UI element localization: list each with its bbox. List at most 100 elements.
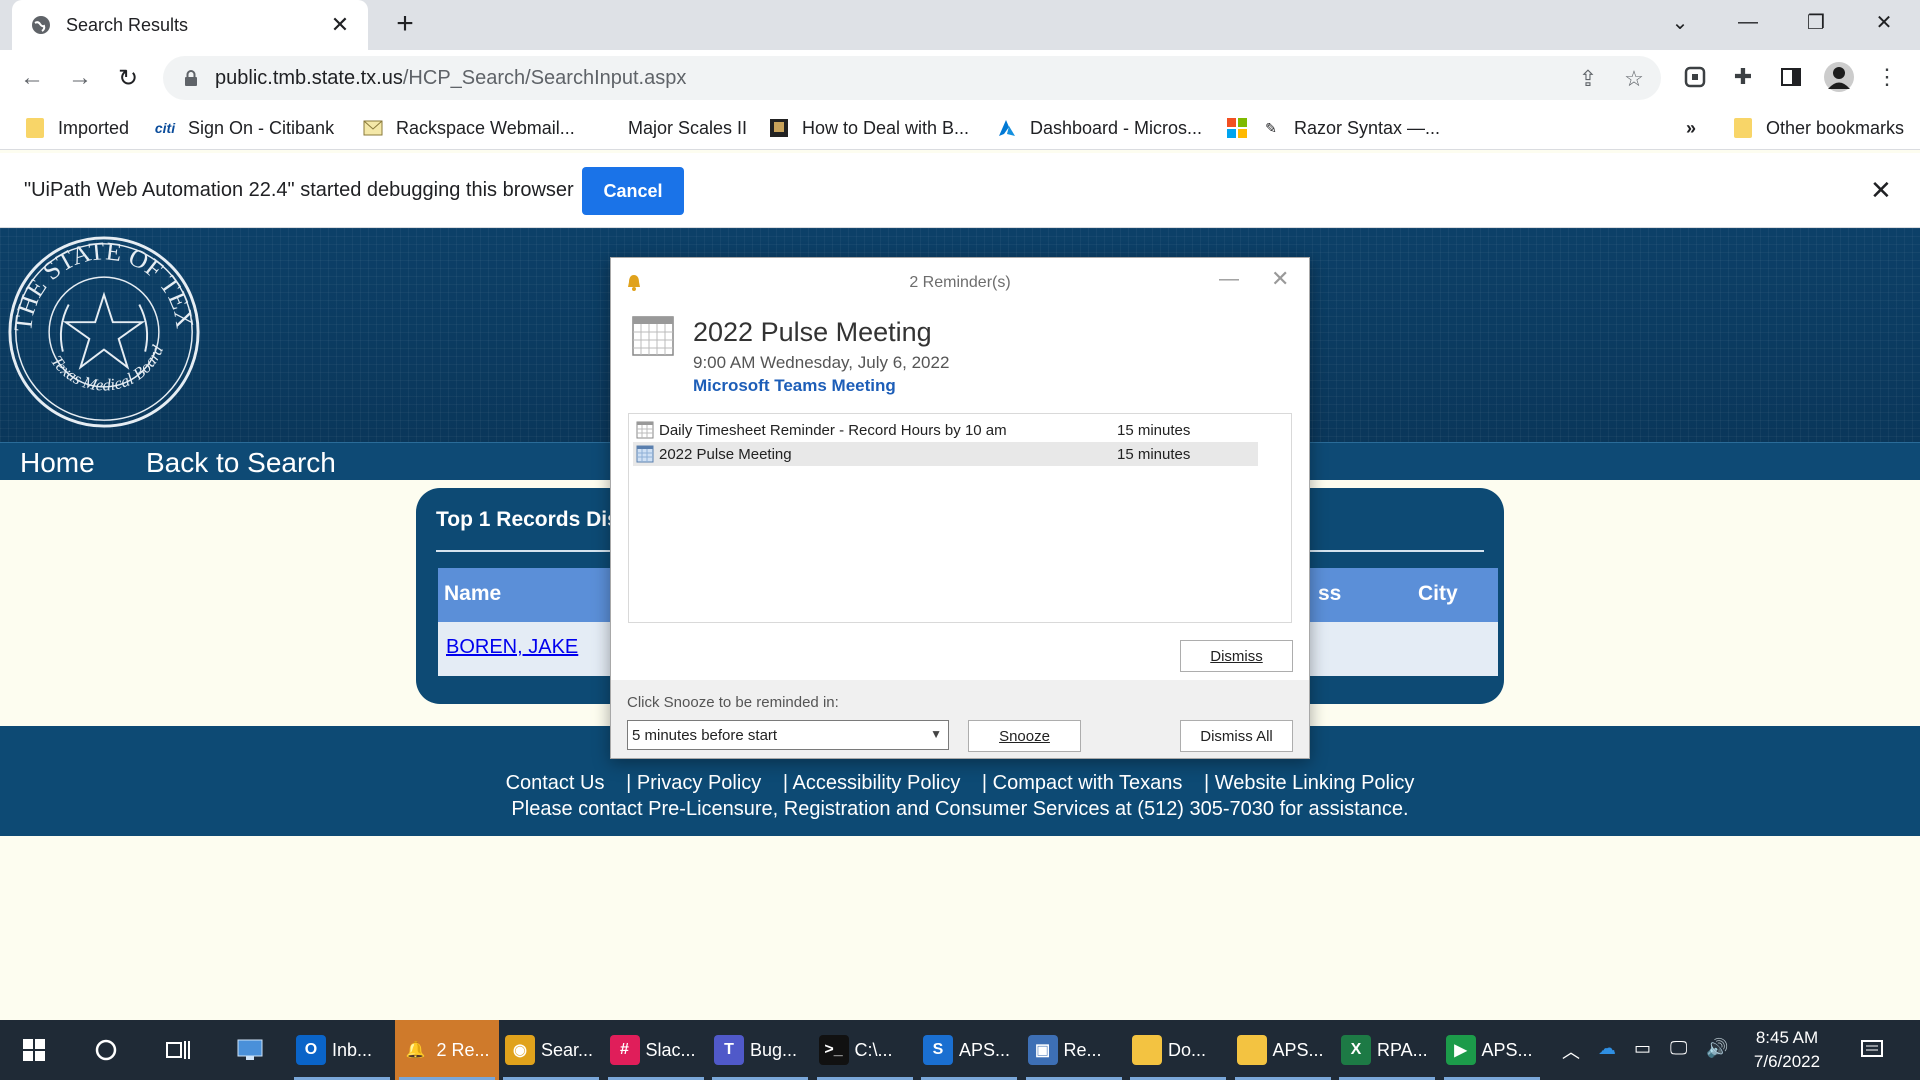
volume-icon[interactable]: 🔊 <box>1706 1038 1728 1059</box>
dialog-minimize-button[interactable]: — <box>1219 268 1239 291</box>
windows-start-icon[interactable] <box>14 1030 54 1070</box>
list-item-selected[interactable]: 2022 Pulse Meeting 15 minutes <box>633 442 1258 466</box>
bookmark-label: How to Deal with B... <box>802 117 970 138</box>
url-path: /HCP_Search/SearchInput.aspx <box>402 66 687 89</box>
dismiss-all-button[interactable]: Dismiss All <box>1180 720 1293 752</box>
taskbar-app-button[interactable]: X RPA... <box>1335 1020 1439 1080</box>
taskbar-app-button[interactable]: 🔔 2 Re... <box>394 1020 499 1080</box>
infobar-close-icon[interactable]: ✕ <box>1870 175 1892 206</box>
clock-time: 8:45 AM <box>1755 1028 1819 1047</box>
dialog-close-icon[interactable]: ✕ <box>1271 266 1289 292</box>
taskbar-app-button[interactable]: ▣ Re... <box>1022 1020 1126 1080</box>
tab-search-icon[interactable]: ⌄ <box>1650 0 1710 44</box>
globe-icon <box>30 14 52 36</box>
remote-desktop-icon[interactable] <box>230 1030 270 1070</box>
network-icon[interactable]: 🖵 <box>1670 1038 1687 1059</box>
bookmarks-overflow-button[interactable]: » <box>1686 114 1696 142</box>
taskbar-app-label: Sear... <box>541 1039 594 1060</box>
system-clock[interactable]: 8:45 AM 7/6/2022 <box>1742 1026 1832 1074</box>
bookmark-major-scales[interactable]: Major Scales II <box>628 114 747 142</box>
column-header-city[interactable]: City <box>1418 582 1458 606</box>
bookmark-dashboard-azure[interactable]: Dashboard - Micros... <box>996 114 1202 142</box>
bell-icon: 🔔 <box>400 1035 431 1065</box>
bookmark-citibank[interactable]: citi Sign On - Citibank <box>154 114 334 142</box>
contact-us-link[interactable]: Contact Us <box>506 772 605 794</box>
reminder-item-label: Daily Timesheet Reminder - Record Hours … <box>659 422 1007 439</box>
new-tab-button[interactable]: + <box>390 9 420 40</box>
onedrive-icon[interactable]: ☁ <box>1598 1038 1616 1059</box>
chevron-down-icon: ▼ <box>930 727 942 741</box>
show-hidden-icons-icon[interactable]: ︿ <box>1562 1038 1580 1064</box>
dismiss-all-label: Dismiss All <box>1200 727 1273 745</box>
forward-arrow-icon[interactable]: → <box>64 62 96 94</box>
column-header-name[interactable]: Name <box>444 582 501 606</box>
taskbar-app-button[interactable]: T Bug... <box>708 1020 812 1080</box>
dismiss-button[interactable]: Dismiss <box>1180 640 1293 672</box>
home-link[interactable]: Home <box>20 447 95 479</box>
taskbar-app-button[interactable]: APS... <box>1231 1020 1335 1080</box>
website-linking-policy-link[interactable]: | Website Linking Policy <box>1204 772 1414 794</box>
back-to-search-link[interactable]: Back to Search <box>146 447 336 479</box>
taskbar-app-label: Inb... <box>332 1039 373 1060</box>
restore-button[interactable]: ❐ <box>1786 0 1846 44</box>
taskbar-app-label: Slac... <box>645 1039 696 1060</box>
taskbar-app-button[interactable]: # Slac... <box>604 1020 708 1080</box>
reminder-item-due: 15 minutes <box>1117 422 1191 439</box>
bookmark-imported[interactable]: Imported <box>24 114 129 142</box>
compact-with-texans-link[interactable]: | Compact with Texans <box>982 772 1182 794</box>
battery-icon[interactable]: ▭ <box>1634 1038 1651 1059</box>
debug-infobar: "UiPath Web Automation 22.4" started deb… <box>0 153 1920 228</box>
url-text: public.tmb.state.tx.us/HCP_Search/Search… <box>215 67 686 90</box>
accessibility-policy-link[interactable]: | Accessibility Policy <box>783 772 960 794</box>
task-view-icon[interactable] <box>158 1030 198 1070</box>
extension-uipath-icon[interactable] <box>1680 62 1710 92</box>
svg-text:Texas Medical Board: Texas Medical Board <box>47 342 167 395</box>
reload-icon[interactable]: ↻ <box>112 62 144 94</box>
dismiss-label: Dismiss <box>1210 647 1263 665</box>
close-tab-icon[interactable]: ✕ <box>328 12 352 37</box>
reminder-item-due: 15 minutes <box>1117 446 1191 463</box>
texas-seal-logo: THE STATE OF TEXAS Texas Medical Board <box>6 234 200 428</box>
bookmark-rackspace[interactable]: Rackspace Webmail... <box>362 114 575 142</box>
taskbar-app-button[interactable]: >_ C:\... <box>813 1020 917 1080</box>
physician-name-link[interactable]: BOREN, JAKE <box>446 636 578 659</box>
bookmark-how-to-deal[interactable]: How to Deal with B... <box>768 114 969 142</box>
taskbar-app-button[interactable]: ◉ Sear... <box>499 1020 603 1080</box>
bookmark-razor-syntax[interactable]: ✎ Razor Syntax —... <box>1226 114 1440 142</box>
teams-meeting-link[interactable]: Microsoft Teams Meeting <box>693 376 896 396</box>
profile-avatar[interactable] <box>1824 62 1854 92</box>
cancel-button[interactable]: Cancel <box>582 167 684 215</box>
envelope-icon <box>362 117 384 139</box>
side-panel-icon[interactable] <box>1776 62 1806 92</box>
folder-icon <box>1132 1035 1162 1065</box>
bookmark-label: Other bookmarks <box>1766 117 1905 138</box>
other-bookmarks[interactable]: Other bookmarks <box>1732 114 1904 142</box>
list-item[interactable]: Daily Timesheet Reminder - Record Hours … <box>633 418 1258 442</box>
window-close-button[interactable]: ✕ <box>1854 0 1914 44</box>
terminal-icon: >_ <box>818 1035 849 1065</box>
taskbar-app-button[interactable]: S APS... <box>917 1020 1021 1080</box>
taskbar-app-button[interactable]: Do... <box>1126 1020 1230 1080</box>
search-circle-icon[interactable] <box>86 1030 126 1070</box>
snooze-time-select[interactable]: 5 minutes before start ▼ <box>627 720 949 750</box>
taskbar-app-button[interactable]: ▶ APS... <box>1440 1020 1544 1080</box>
column-header-address[interactable]: ss <box>1318 582 1341 606</box>
extensions-puzzle-icon[interactable]: ✚ <box>1728 62 1758 92</box>
browser-tab[interactable]: Search Results ✕ <box>12 0 368 50</box>
bookmark-star-icon[interactable]: ☆ <box>1621 66 1647 92</box>
share-icon[interactable]: ⇪ <box>1575 66 1601 92</box>
minimize-button[interactable]: — <box>1718 0 1778 44</box>
taskbar-app-label: APS... <box>1481 1039 1533 1060</box>
address-bar[interactable]: public.tmb.state.tx.us/HCP_Search/Search… <box>163 56 1661 100</box>
taskbar-app-label: APS... <box>959 1039 1011 1060</box>
browser-toolbar: ← → ↻ public.tmb.state.tx.us/HCP_Search/… <box>0 50 1920 106</box>
back-arrow-icon[interactable]: ← <box>16 62 48 94</box>
folder-icon <box>1732 117 1754 139</box>
bookmark-label: Razor Syntax —... <box>1294 117 1441 138</box>
notifications-icon[interactable] <box>1852 1030 1892 1070</box>
taskbar-app-button[interactable]: O Inb... <box>290 1020 394 1080</box>
menu-kebab-icon[interactable]: ⋮ <box>1872 62 1902 92</box>
privacy-policy-link[interactable]: | Privacy Policy <box>626 772 761 794</box>
dialog-titlebar[interactable]: 2 Reminder(s) — ✕ <box>611 258 1309 306</box>
snooze-button[interactable]: Snooze <box>968 720 1081 752</box>
